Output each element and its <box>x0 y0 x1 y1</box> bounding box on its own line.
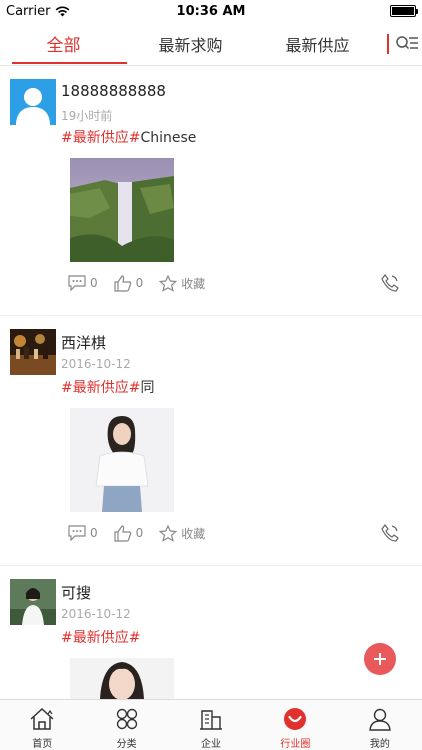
post-time: 2016-10-12 <box>61 607 131 621</box>
star-icon <box>159 524 178 542</box>
status-bar: Carrier 10:36 AM <box>0 0 422 22</box>
post-author[interactable]: 可搜 <box>61 582 91 603</box>
phone-button[interactable] <box>380 273 400 293</box>
avatar[interactable] <box>10 79 56 125</box>
bottom-nav: 首页 分类 企业 行业圈 我的 <box>0 699 422 750</box>
comment-count: 0 <box>90 276 98 290</box>
thumbs-up-icon <box>114 524 131 542</box>
like-count: 0 <box>135 526 144 540</box>
nav-mine-label: 我的 <box>369 739 390 750</box>
favorite-action[interactable]: 收藏 <box>159 524 206 542</box>
nav-home-label: 首页 <box>32 739 53 750</box>
carrier-label: Carrier <box>6 3 51 19</box>
waterfall-image <box>70 158 174 262</box>
filter-search-icon <box>396 35 418 49</box>
category-icon <box>114 706 140 732</box>
post-time: 19小时前 <box>61 109 113 123</box>
nav-industry-circle[interactable]: 行业圈 <box>253 700 337 750</box>
post-text: Chinese <box>140 130 197 146</box>
battery-icon <box>390 5 418 17</box>
post-actions: 0 0 收藏 <box>68 523 402 543</box>
comment-icon <box>68 525 86 541</box>
home-icon <box>29 706 55 732</box>
star-icon <box>159 274 178 292</box>
thumbs-up-icon <box>114 274 131 292</box>
post-content: #最新供应#Chinese <box>61 127 196 147</box>
phone-icon <box>381 274 399 292</box>
plus-icon <box>374 653 386 665</box>
like-action[interactable]: 0 <box>114 524 144 542</box>
post-photo[interactable] <box>70 158 174 262</box>
comment-icon <box>68 275 86 291</box>
avatar[interactable] <box>10 579 56 625</box>
comment-action[interactable]: 0 <box>68 275 98 291</box>
post-tag[interactable]: #最新供应# <box>61 380 140 396</box>
person-avatar-image <box>10 579 56 625</box>
nav-category-label: 分类 <box>116 739 137 750</box>
top-tabs: 全部 最新求购 最新供应 <box>0 22 422 66</box>
user-icon <box>367 706 393 732</box>
post-item[interactable]: 18888888888 19小时前 #最新供应#Chinese 0 0 收藏 <box>0 67 422 316</box>
post-time: 2016-10-12 <box>61 357 131 371</box>
add-post-button[interactable] <box>364 643 396 675</box>
nav-industry-circle-label: 行业圈 <box>280 739 311 750</box>
woman-photo-image <box>70 408 174 512</box>
comment-count: 0 <box>90 526 98 540</box>
avatar[interactable] <box>10 329 56 375</box>
woman-portrait-image <box>70 658 174 699</box>
tab-all[interactable]: 全部 <box>0 22 127 66</box>
phone-button[interactable] <box>380 523 400 543</box>
building-icon <box>198 706 224 732</box>
tab-latest-supply[interactable]: 最新供应 <box>254 22 381 66</box>
nav-category[interactable]: 分类 <box>84 700 168 750</box>
like-action[interactable]: 0 <box>114 274 144 292</box>
circle-icon <box>282 706 308 732</box>
post-photo[interactable] <box>70 658 174 699</box>
favorite-label: 收藏 <box>181 276 206 291</box>
nav-mine[interactable]: 我的 <box>338 700 422 750</box>
post-photo[interactable] <box>70 408 174 512</box>
post-tag[interactable]: #最新供应# <box>61 630 140 646</box>
post-actions: 0 0 收藏 <box>68 273 402 293</box>
nav-home[interactable]: 首页 <box>0 700 84 750</box>
comment-action[interactable]: 0 <box>68 525 98 541</box>
favorite-action[interactable]: 收藏 <box>159 274 206 292</box>
like-count: 0 <box>135 276 144 290</box>
tab-divider <box>387 33 389 54</box>
status-left: Carrier <box>6 4 70 19</box>
post-content: #最新供应#同 <box>61 377 154 397</box>
post-text: 同 <box>140 380 155 396</box>
post-tag[interactable]: #最新供应# <box>61 130 140 146</box>
post-item[interactable]: 西洋棋 2016-10-12 #最新供应#同 0 0 收藏 <box>0 317 422 566</box>
phone-icon <box>381 524 399 542</box>
post-item[interactable]: 可搜 2016-10-12 #最新供应# <box>0 567 422 699</box>
post-author[interactable]: 18888888888 <box>61 82 166 100</box>
favorite-label: 收藏 <box>181 526 206 541</box>
chess-avatar-image <box>10 329 56 375</box>
wifi-icon <box>56 6 70 16</box>
nav-enterprise-label: 企业 <box>201 739 222 750</box>
nav-enterprise[interactable]: 企业 <box>169 700 253 750</box>
post-feed[interactable]: 18888888888 19小时前 #最新供应#Chinese 0 0 收藏 西… <box>0 67 422 699</box>
default-avatar-icon <box>10 79 56 125</box>
filter-button[interactable] <box>393 30 421 58</box>
post-author[interactable]: 西洋棋 <box>61 332 106 353</box>
tab-latest-purchase[interactable]: 最新求购 <box>127 22 254 66</box>
post-content: #最新供应# <box>61 627 140 647</box>
